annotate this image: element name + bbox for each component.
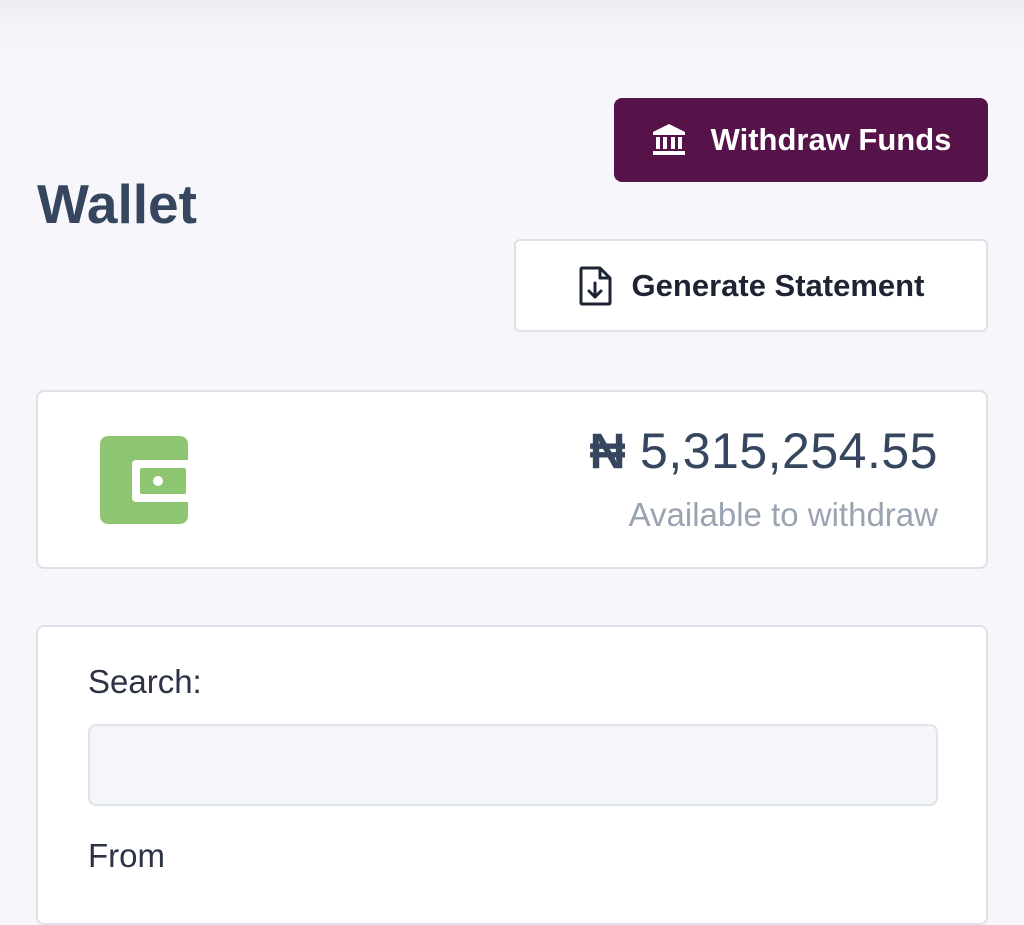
withdraw-funds-label: Withdraw Funds xyxy=(710,122,952,157)
search-label: Search: xyxy=(88,663,202,700)
from-label: From xyxy=(88,837,165,874)
balance-caption: Available to withdraw xyxy=(628,496,938,533)
balance-amount: ₦ 5,315,254.55 xyxy=(589,422,938,480)
currency-symbol: ₦ xyxy=(589,423,627,479)
page-title: Wallet xyxy=(37,173,197,235)
search-input[interactable] xyxy=(88,724,938,806)
balance-value: 5,315,254.55 xyxy=(640,423,938,479)
top-bar-shadow xyxy=(0,0,1024,60)
generate-statement-button[interactable]: Generate Statement xyxy=(514,239,988,332)
generate-statement-label: Generate Statement xyxy=(631,267,925,303)
file-download-icon xyxy=(578,266,612,306)
filter-card: Search: From xyxy=(36,625,988,925)
wallet-balance-card: ₦ 5,315,254.55 Available to withdraw xyxy=(36,390,988,569)
bank-icon xyxy=(651,123,687,157)
wallet-icon xyxy=(100,436,194,526)
withdraw-funds-button[interactable]: Withdraw Funds xyxy=(614,98,988,182)
